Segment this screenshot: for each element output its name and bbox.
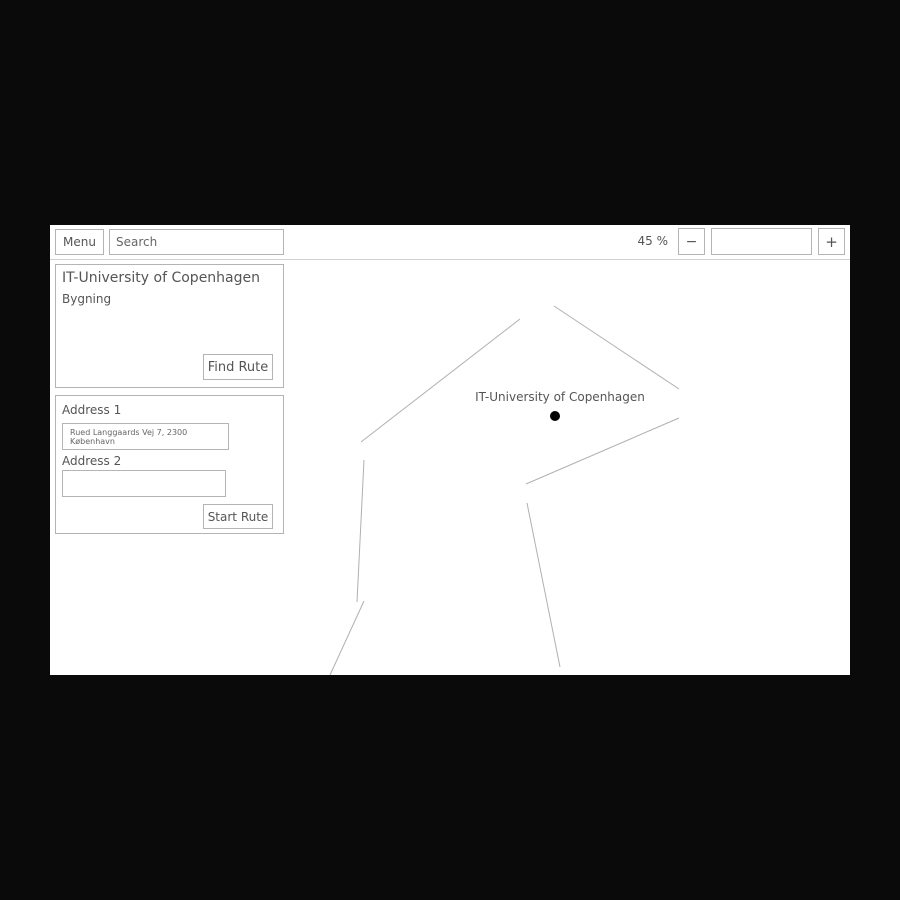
map-app-window: IT-University of Copenhagen Menu Search … [50,225,850,675]
zoom-in-button[interactable]: + [818,228,845,255]
zoom-input[interactable] [711,228,812,255]
map-road [526,502,561,668]
location-marker[interactable] [550,411,560,421]
map-road [329,600,365,675]
search-input[interactable]: Search [109,229,284,255]
map-road [356,459,365,603]
find-route-button[interactable]: Find Rute [203,354,273,380]
zoom-level-text: 45 % [637,234,669,248]
menu-button[interactable]: Menu [55,229,104,255]
map-road [360,318,521,443]
route-panel: Address 1 Rued Langgaards Vej 7, 2300 Kø… [55,395,284,534]
map-road [525,417,680,485]
location-title: IT-University of Copenhagen [62,270,261,286]
address1-label: Address 1 [62,403,122,417]
address2-label: Address 2 [62,454,122,468]
location-type: Bygning [62,292,112,306]
map-road [553,305,680,390]
address2-input[interactable] [62,470,226,497]
zoom-out-button[interactable]: − [678,228,705,255]
start-route-button[interactable]: Start Rute [203,504,273,529]
toolbar-divider [50,259,850,260]
location-marker-label: IT-University of Copenhagen [475,390,645,404]
address1-input[interactable]: Rued Langgaards Vej 7, 2300 København [62,423,229,450]
location-info-panel: IT-University of Copenhagen Bygning Find… [55,264,284,388]
